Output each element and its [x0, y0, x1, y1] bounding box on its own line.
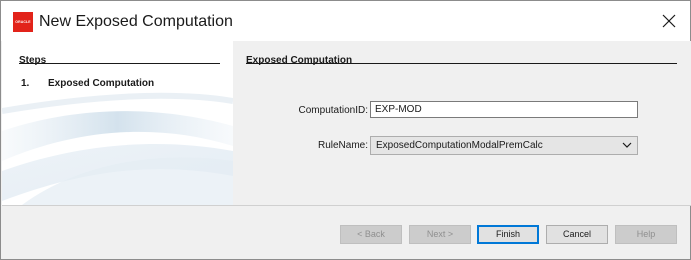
close-icon: [662, 14, 676, 28]
steps-panel: Steps 1. Exposed Computation: [2, 41, 233, 205]
computation-id-label: ComputationID:: [298, 105, 368, 116]
help-button[interactable]: Help: [615, 225, 677, 244]
decorative-swoosh-graphic: [2, 92, 233, 205]
oracle-logo: ORACLE: [13, 12, 33, 32]
rule-name-selected-value: ExposedComputationModalPremCalc: [376, 140, 543, 151]
form-panel: Exposed Computation ComputationID: RuleN…: [233, 41, 691, 205]
steps-header: Steps: [19, 55, 47, 66]
computation-id-input[interactable]: [370, 101, 638, 118]
back-button[interactable]: < Back: [340, 225, 402, 244]
close-button[interactable]: [660, 12, 678, 30]
finish-button[interactable]: Finish: [477, 225, 539, 244]
step-item-exposed-computation[interactable]: Exposed Computation: [48, 78, 154, 89]
form-header: Exposed Computation: [246, 55, 353, 66]
dialog-window: ORACLE New Exposed Computation Steps 1. …: [0, 0, 691, 260]
footer-divider: [2, 205, 691, 206]
form-divider: [246, 63, 677, 64]
next-button[interactable]: Next >: [409, 225, 471, 244]
rule-name-label: RuleName:: [317, 140, 368, 151]
rule-name-select[interactable]: ExposedComputationModalPremCalc: [370, 136, 638, 155]
dialog-content: Steps 1. Exposed Computation Exposed Com…: [2, 41, 691, 205]
chevron-down-icon: [622, 142, 632, 148]
title-bar: ORACLE New Exposed Computation: [1, 1, 690, 41]
steps-divider: [19, 63, 220, 64]
dialog-title: New Exposed Computation: [39, 13, 233, 30]
cancel-button[interactable]: Cancel: [546, 225, 608, 244]
step-number: 1.: [21, 78, 30, 89]
